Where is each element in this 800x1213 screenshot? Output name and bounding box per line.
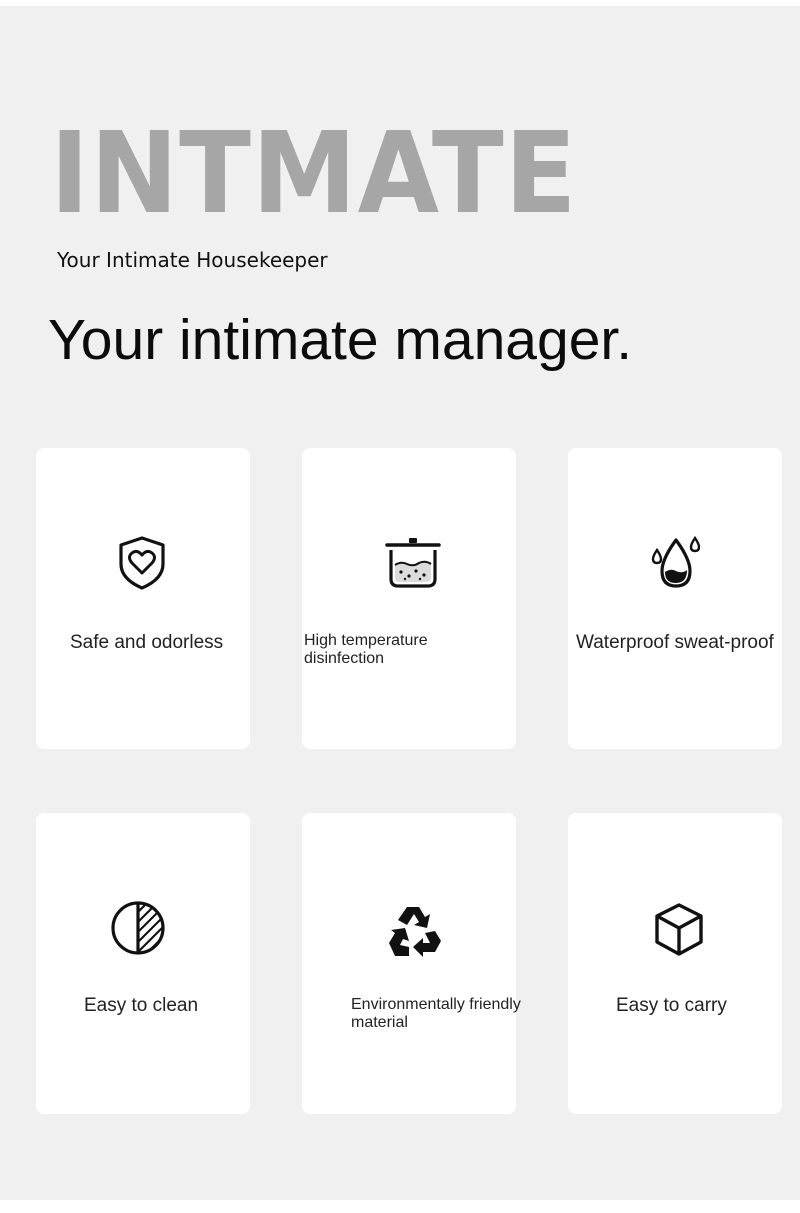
- feature-card-carry: Easy to carry: [568, 813, 782, 1114]
- feature-card-clean: Easy to clean: [36, 813, 250, 1114]
- feature-label: Safe and odorless: [70, 632, 224, 653]
- half-circle-icon: [108, 898, 168, 958]
- feature-label: Waterproof sweat-proof: [576, 632, 774, 653]
- page-headline: Your intimate manager.: [48, 308, 633, 372]
- feature-card-eco: Environmentally friendly material: [302, 813, 521, 1114]
- brand-wordmark: INTMATE: [50, 109, 578, 239]
- feature-card-waterproof: Waterproof sweat-proof: [568, 448, 782, 749]
- recycle-icon: [385, 901, 445, 961]
- brand-subtitle: Your Intimate Housekeeper: [57, 248, 328, 272]
- feature-card-safe: Safe and odorless: [36, 448, 250, 749]
- feature-label: Easy to carry: [616, 995, 727, 1016]
- pot-icon: [383, 532, 443, 592]
- feature-label: Easy to clean: [84, 995, 199, 1016]
- feature-label: Environmentally friendly material: [351, 996, 521, 1031]
- cube-icon: [649, 899, 709, 959]
- feature-label: High temperature disinfection: [304, 632, 428, 667]
- feature-card-disinfection: High temperature disinfection: [302, 448, 516, 749]
- water-drop-icon: [646, 532, 706, 592]
- shield-heart-icon: [112, 532, 172, 592]
- page-background: INTMATE Your Intimate Housekeeper Your i…: [0, 6, 800, 1200]
